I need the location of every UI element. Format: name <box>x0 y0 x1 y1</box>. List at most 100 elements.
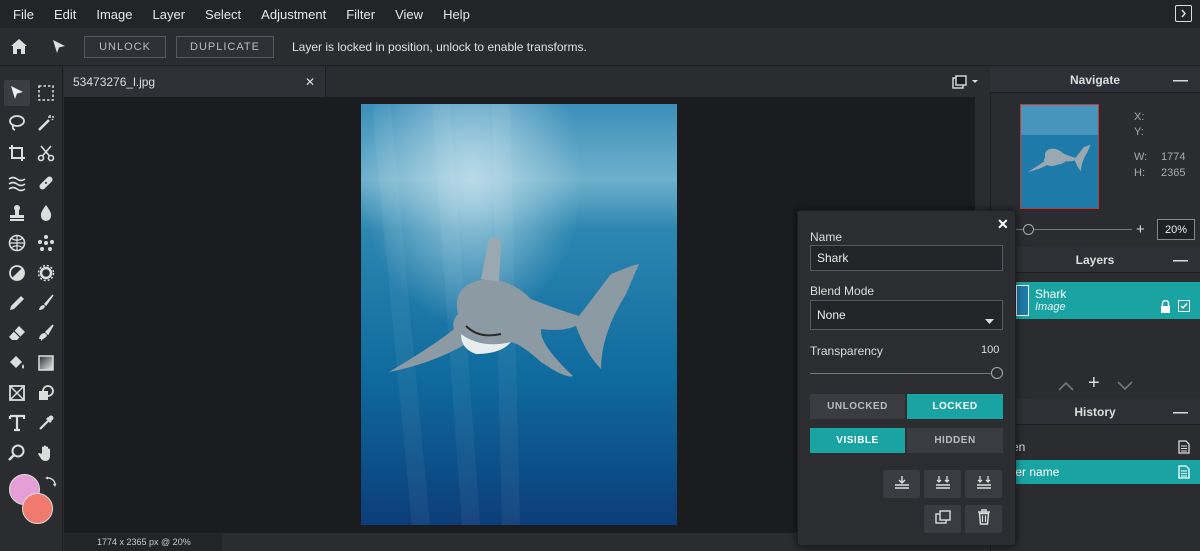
history-item[interactable]: Layer name <box>990 460 1200 484</box>
pencil-tool-icon[interactable] <box>4 290 30 316</box>
select-tool-icon[interactable] <box>4 80 30 106</box>
mixer-brush-icon[interactable] <box>33 320 59 346</box>
trash-icon <box>977 508 991 530</box>
dodge-burn-icon[interactable] <box>4 260 30 286</box>
collapse-history-icon[interactable]: — <box>1173 404 1188 421</box>
transparency-value: 100 <box>981 344 1000 356</box>
transparency-label: Transparency <box>810 344 883 358</box>
layers-panel-header[interactable]: Layers — <box>990 247 1200 273</box>
eraser-tool-icon[interactable] <box>4 320 30 346</box>
zoom-input[interactable]: 20% <box>1157 219 1195 240</box>
background-color-swatch[interactable] <box>22 493 53 524</box>
magic-wand-icon[interactable] <box>33 110 59 136</box>
blend-mode-select[interactable]: None <box>810 300 1003 330</box>
layer-type: Image <box>1035 301 1066 313</box>
flatten-icon <box>976 475 992 494</box>
blend-mode-value: None <box>817 308 846 322</box>
merge-visible-button[interactable] <box>924 470 961 498</box>
menu-view[interactable]: View <box>395 7 423 22</box>
menu-select[interactable]: Select <box>205 7 241 22</box>
zoom-in-icon[interactable]: + <box>1136 221 1145 238</box>
menu-file[interactable]: File <box>13 7 34 22</box>
menu-filter[interactable]: Filter <box>346 7 375 22</box>
arrange-windows-icon[interactable] <box>952 75 980 94</box>
merge-down-icon <box>894 475 910 494</box>
visible-toggle[interactable]: VISIBLE <box>810 428 905 453</box>
layer-lock-icon[interactable] <box>1160 299 1171 318</box>
move-tool-icon[interactable] <box>50 38 68 61</box>
move-layer-up-icon[interactable] <box>1058 378 1074 396</box>
history-document-icon <box>1178 440 1190 457</box>
layer-thumbnail <box>1016 285 1029 316</box>
menu-adjustment[interactable]: Adjustment <box>261 7 326 22</box>
move-layer-down-icon[interactable] <box>1117 378 1133 396</box>
flatten-button[interactable] <box>965 470 1002 498</box>
sharpen-gear-icon[interactable] <box>33 260 59 286</box>
brush-tool-icon[interactable] <box>33 290 59 316</box>
hand-tool-icon[interactable] <box>33 440 59 466</box>
nav-w-value: 1774 <box>1161 151 1186 163</box>
pattern-tool-icon[interactable] <box>33 230 59 256</box>
unlocked-toggle[interactable]: UNLOCKED <box>810 394 905 419</box>
eyedropper-icon[interactable] <box>33 410 59 436</box>
history-item[interactable]: Open <box>990 435 1200 459</box>
document-tab[interactable]: 53473276_l.jpg ✕ <box>64 67 326 97</box>
lasso-tool-icon[interactable] <box>4 110 30 136</box>
options-bar: UNLOCK DUPLICATE Layer is locked in posi… <box>0 28 1200 66</box>
close-dialog-icon[interactable]: ✕ <box>997 216 1009 233</box>
layer-name-input[interactable]: Shark <box>810 245 1003 271</box>
menu-layer[interactable]: Layer <box>153 7 186 22</box>
collapse-navigate-icon[interactable]: — <box>1173 72 1188 89</box>
layer-name: Shark <box>1035 287 1067 301</box>
bandage-tool-icon[interactable] <box>33 170 59 196</box>
hidden-toggle[interactable]: HIDDEN <box>907 428 1003 453</box>
text-tool-icon[interactable] <box>4 410 30 436</box>
marquee-tool-icon[interactable] <box>33 80 59 106</box>
history-document-icon <box>1178 465 1190 482</box>
zoom-tool-icon[interactable] <box>4 440 30 466</box>
document-status: 1774 x 2365 px @ 20% <box>97 537 191 547</box>
zoom-slider-handle[interactable] <box>1023 224 1034 235</box>
crop-tool-icon[interactable] <box>4 140 30 166</box>
menu-help[interactable]: Help <box>443 7 470 22</box>
navigate-title: Navigate <box>1069 72 1121 87</box>
collapse-layers-icon[interactable]: — <box>1173 252 1188 269</box>
unlock-button[interactable]: UNLOCK <box>84 36 166 58</box>
liquify-tool-icon[interactable] <box>4 170 30 196</box>
nav-h-value: 2365 <box>1161 167 1186 179</box>
locked-toggle[interactable]: LOCKED <box>907 394 1003 419</box>
transparency-slider-track[interactable] <box>810 373 998 374</box>
transparency-slider-handle[interactable] <box>991 367 1003 379</box>
nav-x-label: X: <box>1134 111 1145 123</box>
swap-colors-icon[interactable] <box>44 476 57 494</box>
history-panel-header[interactable]: History — <box>990 399 1200 425</box>
layer-visibility-checkbox[interactable] <box>1178 300 1190 312</box>
shark-image[interactable] <box>361 104 677 525</box>
paint-bucket-icon[interactable] <box>4 350 30 376</box>
delete-layer-button[interactable] <box>965 505 1002 533</box>
history-title: History <box>1074 404 1116 419</box>
navigator-thumbnail[interactable] <box>1020 104 1099 209</box>
frame-tool-icon[interactable] <box>4 380 30 406</box>
close-tab-icon[interactable]: ✕ <box>305 75 315 89</box>
menu-edit[interactable]: Edit <box>54 7 76 22</box>
layer-row[interactable]: Shark Image <box>990 282 1200 319</box>
scissors-icon[interactable] <box>33 140 59 166</box>
sponge-tool-icon[interactable] <box>4 230 30 256</box>
add-layer-icon[interactable]: + <box>1088 372 1100 395</box>
merge-down-button[interactable] <box>883 470 920 498</box>
layer-properties-dialog: ✕ Name Shark Blend Mode None Transparenc… <box>797 210 1016 546</box>
chevron-down-icon <box>985 313 994 327</box>
navigate-panel-header[interactable]: Navigate — <box>990 67 1200 93</box>
stamp-tool-icon[interactable] <box>4 200 30 226</box>
expand-panel-icon[interactable] <box>1175 5 1192 22</box>
home-icon[interactable] <box>10 38 28 60</box>
shape-tool-icon[interactable] <box>33 380 59 406</box>
duplicate-layer-button[interactable] <box>924 505 961 533</box>
menu-image[interactable]: Image <box>96 7 132 22</box>
merge-visible-icon <box>935 475 951 494</box>
nav-w-label: W: <box>1134 151 1148 163</box>
duplicate-button[interactable]: DUPLICATE <box>176 36 274 58</box>
gradient-tool-icon[interactable] <box>33 350 59 376</box>
blur-drop-icon[interactable] <box>33 200 59 226</box>
